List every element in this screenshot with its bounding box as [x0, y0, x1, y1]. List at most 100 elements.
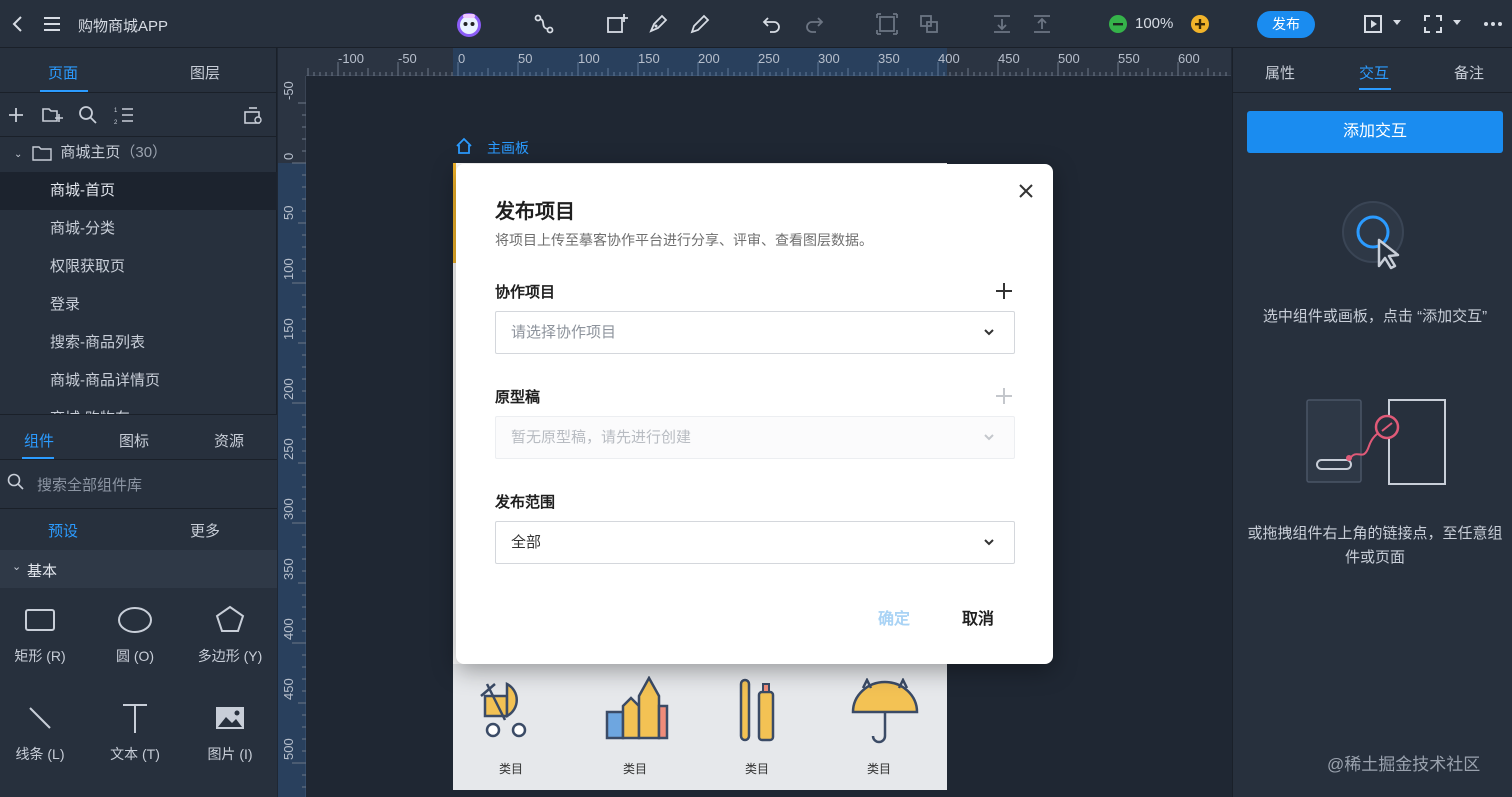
interaction-hint: 选中组件或画板，点击 “添加交互”: [1262, 308, 1488, 325]
page-item[interactable]: 商城-商品详情页: [0, 362, 277, 400]
back-icon[interactable]: [6, 12, 30, 36]
tab-properties[interactable]: 属性: [1265, 62, 1295, 83]
app-title: 购物商城APP: [78, 18, 169, 35]
component-circle[interactable]: 圆 (O): [89, 600, 181, 666]
pencil-icon[interactable]: [688, 12, 712, 36]
ruler-label: 350: [281, 558, 296, 580]
menu-icon[interactable]: [40, 12, 64, 36]
project-select[interactable]: 请选择协作项目: [495, 311, 1015, 354]
ruler-label: 0: [281, 152, 296, 160]
tab-pages[interactable]: 页面: [48, 62, 78, 83]
preview-dropdown-icon[interactable]: [1393, 20, 1401, 25]
ruler-label: 600: [1178, 51, 1200, 66]
stroller-icon: [475, 676, 547, 742]
path-tool-icon[interactable]: [532, 12, 556, 36]
preview-play-icon[interactable]: [1362, 12, 1386, 36]
field-label-project: 协作项目: [495, 284, 556, 301]
ruler-label: 50: [518, 51, 533, 66]
image-icon: [210, 698, 250, 738]
cancel-button[interactable]: 取消: [962, 605, 994, 629]
pen-tool-icon[interactable]: [646, 12, 670, 36]
component-library: 组件 图标 资源 搜索全部组件库 预设 更多 ⌄ 基本 矩形 (R) 圆 (O)…: [0, 414, 277, 797]
vertical-ruler[interactable]: -50 0 50 100 150 200 250 300 350 400 450…: [278, 76, 306, 797]
add-interaction-button[interactable]: 添加交互: [1247, 111, 1503, 153]
add-folder-icon[interactable]: [41, 104, 65, 128]
ruler-label: 400: [938, 51, 960, 66]
add-prototype-icon[interactable]: [994, 386, 1014, 406]
folder-row[interactable]: ⌄ 商城主页（30）: [0, 134, 277, 172]
add-page-icon[interactable]: [5, 104, 29, 128]
watermark: @稀土掘金技术社区: [1327, 755, 1481, 774]
fullscreen-dropdown-icon[interactable]: [1453, 20, 1461, 25]
scope-select-value: 全部: [511, 534, 542, 551]
horizontal-ruler[interactable]: -100 -50 0 50 100 150 200 250 300 350 40…: [306, 48, 1231, 76]
svg-text:2: 2: [114, 120, 118, 126]
page-item[interactable]: 权限获取页: [0, 248, 277, 286]
project-select-value: 请选择协作项目: [511, 324, 617, 341]
sort-list-icon[interactable]: 12: [113, 104, 137, 128]
component-label: 圆 (O): [115, 648, 155, 664]
page-item[interactable]: 商城-购物车: [0, 400, 277, 414]
fullscreen-icon[interactable]: [1421, 12, 1445, 36]
scope-select[interactable]: 全部: [495, 521, 1015, 564]
publish-button[interactable]: 发布: [1257, 11, 1315, 38]
prototype-select-value: 暂无原型稿，请先进行创建: [511, 429, 692, 446]
section-header-basic[interactable]: ⌄ 基本: [0, 550, 277, 588]
field-label-prototype: 原型稿: [495, 389, 541, 406]
link-drag-illustration: [1305, 396, 1449, 488]
tab-interactions[interactable]: 交互: [1359, 62, 1389, 83]
castle-toy-icon: [601, 676, 673, 742]
right-panel: 属性 交互 备注 添加交互 选中组件或画板，点击 “添加交互” 或拖拽组件右上角…: [1232, 48, 1512, 797]
page-item[interactable]: 商城-首页: [0, 172, 277, 210]
artboard-label[interactable]: 主画板: [487, 138, 529, 158]
tab-layers[interactable]: 图层: [190, 62, 220, 83]
more-icon[interactable]: [1481, 12, 1505, 36]
component-image[interactable]: 图片 (I): [184, 698, 276, 764]
divider: [0, 92, 277, 93]
divider: [0, 508, 277, 509]
tab-icons[interactable]: 图标: [119, 430, 149, 451]
ruler-corner: [278, 48, 306, 76]
category-label: 类目: [498, 762, 523, 776]
group-icon[interactable]: [875, 12, 899, 36]
add-container-icon[interactable]: [605, 12, 629, 36]
component-polygon[interactable]: 多边形 (Y): [184, 600, 276, 666]
umbrella-icon: [849, 678, 921, 744]
component-search-input[interactable]: 搜索全部组件库: [37, 474, 142, 495]
page-item[interactable]: 商城-分类: [0, 210, 277, 248]
send-backward-icon[interactable]: [1030, 12, 1054, 36]
tab-more[interactable]: 更多: [190, 520, 220, 541]
publish-dialog: 发布项目 将项目上传至摹客协作平台进行分享、评审、查看图层数据。 协作项目 请选…: [456, 164, 1053, 664]
tab-components[interactable]: 组件: [24, 430, 54, 451]
tab-resources[interactable]: 资源: [214, 430, 244, 451]
mascot-logo-icon[interactable]: [456, 12, 481, 37]
tab-presets[interactable]: 预设: [48, 520, 78, 541]
add-project-icon[interactable]: [994, 281, 1014, 301]
click-cursor-icon: [1341, 200, 1405, 272]
ruler-label: 300: [281, 498, 296, 520]
confirm-button[interactable]: 确定: [878, 605, 910, 629]
component-line[interactable]: 线条 (L): [0, 698, 86, 764]
component-label: 文本 (T): [110, 746, 160, 762]
rectangle-icon: [20, 600, 60, 640]
close-icon[interactable]: [1017, 182, 1035, 200]
page-item[interactable]: 登录: [0, 286, 277, 324]
prototype-select[interactable]: 暂无原型稿，请先进行创建: [495, 416, 1015, 459]
undo-icon[interactable]: [760, 12, 784, 36]
ungroup-icon[interactable]: [917, 12, 941, 36]
divider: [0, 414, 277, 415]
chevron-down-icon: ⌄: [12, 561, 22, 573]
component-text[interactable]: 文本 (T): [89, 698, 181, 764]
ruler-label: 550: [1118, 51, 1140, 66]
zoom-out-icon[interactable]: [1106, 12, 1130, 36]
tab-notes[interactable]: 备注: [1454, 62, 1484, 83]
zoom-in-icon[interactable]: [1188, 12, 1212, 36]
zoom-level[interactable]: 100%: [1135, 15, 1173, 32]
component-label: 线条 (L): [15, 746, 65, 762]
page-settings-icon[interactable]: [242, 104, 266, 128]
page-item[interactable]: 搜索-商品列表: [0, 324, 277, 362]
redo-icon[interactable]: [802, 12, 826, 36]
search-icon[interactable]: [77, 104, 101, 128]
component-rectangle[interactable]: 矩形 (R): [0, 600, 86, 666]
bring-forward-icon[interactable]: [990, 12, 1014, 36]
